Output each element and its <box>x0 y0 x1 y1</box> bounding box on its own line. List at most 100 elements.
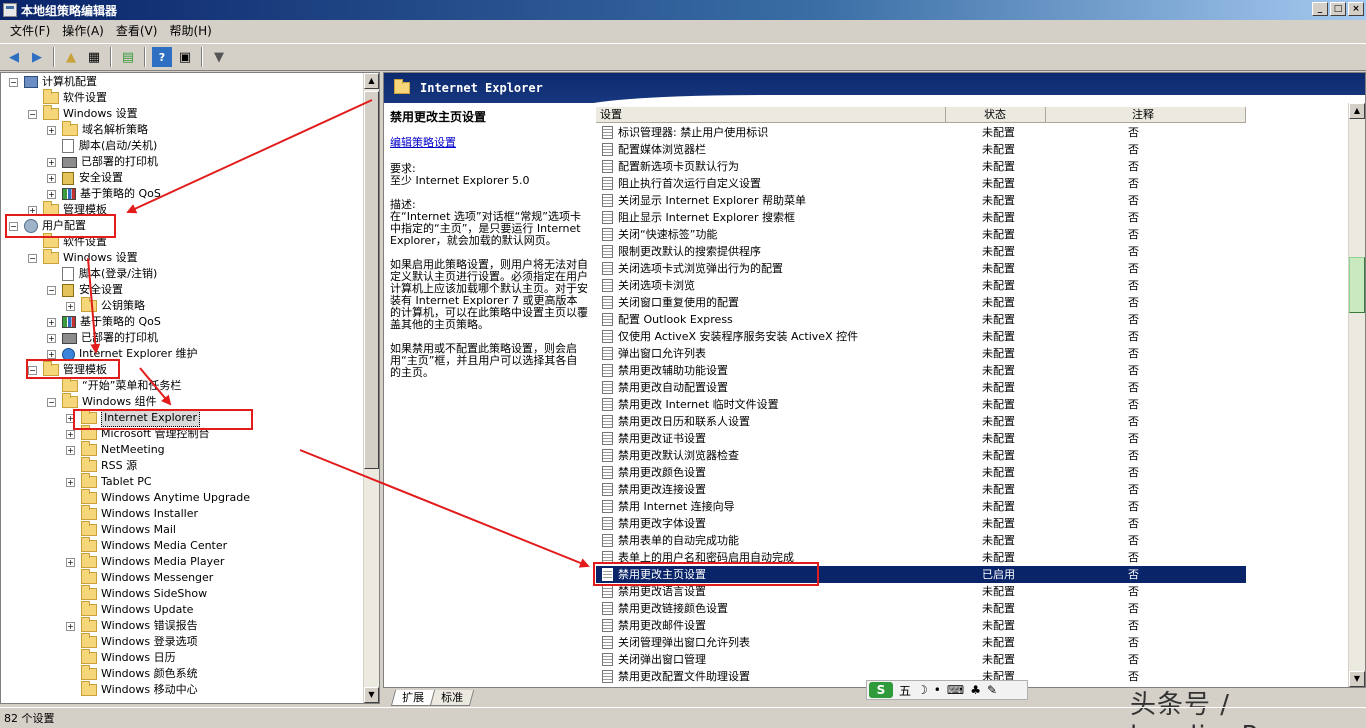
policy-row[interactable]: 配置 Outlook Express 未配置 否 <box>596 311 1246 328</box>
tree-item[interactable]: + Tablet PC <box>66 473 152 490</box>
column-header-state[interactable]: 状态 <box>946 107 1046 123</box>
help-icon[interactable]: ? <box>152 47 172 67</box>
policy-row[interactable]: 禁用更改证书设置 未配置 否 <box>596 430 1246 447</box>
skin-icon[interactable]: ♣ <box>970 683 981 697</box>
ime-toolbar[interactable]: S 五 ☽ • ⌨ ♣ ✎ <box>866 680 1028 700</box>
tree-item[interactable]: + 基于策略的 QoS <box>47 186 161 202</box>
policy-row[interactable]: 配置媒体浏览器栏 未配置 否 <box>596 141 1246 158</box>
scroll-thumb[interactable] <box>364 91 379 469</box>
tab-standard[interactable]: 标准 <box>429 690 475 706</box>
moon-icon[interactable]: ☽ <box>917 683 928 697</box>
keyboard-icon[interactable]: ⌨ <box>947 683 964 697</box>
menu-action[interactable]: 操作(A) <box>56 21 110 41</box>
policy-row[interactable]: 标识管理器: 禁止用户使用标识 未配置 否 <box>596 124 1246 141</box>
back-arrow-icon[interactable]: ◀ <box>4 47 24 67</box>
policy-row[interactable]: 禁用更改邮件设置 未配置 否 <box>596 617 1246 634</box>
settings-list[interactable]: 设置 状态 注释 标识管理器: 禁止用户使用标识 未配置否配置媒体浏览器栏 未配置否… <box>596 107 1350 687</box>
expand-icon[interactable]: + <box>47 157 56 167</box>
ime-mode[interactable]: 五 <box>899 682 911 699</box>
tree-item[interactable]: + 域名解析策略 <box>47 121 148 138</box>
policy-row[interactable]: 关闭管理弹出窗口允许列表 未配置 否 <box>596 634 1246 651</box>
policy-row[interactable]: 关闭“快速标签”功能 未配置 否 <box>596 226 1246 243</box>
policy-row[interactable]: 禁用更改自动配置设置 未配置 否 <box>596 379 1246 396</box>
policy-row[interactable]: 禁用更改链接颜色设置 未配置 否 <box>596 600 1246 617</box>
tree-pane[interactable]: − 计算机配置 软件设置 − Windows 设置 + 域名解析策略 脚本(启动/关机) + 已部… <box>0 72 380 704</box>
policy-row[interactable]: 关闭选项卡式浏览弹出行为的配置 未配置 否 <box>596 260 1246 277</box>
tree-item[interactable]: + 公钥策略 <box>66 297 145 314</box>
policy-row[interactable]: 禁用更改默认浏览器检查 未配置 否 <box>596 447 1246 464</box>
forward-arrow-icon[interactable]: ▶ <box>27 47 47 67</box>
policy-row[interactable]: 禁用 Internet 连接向导 未配置 否 <box>596 498 1246 515</box>
expand-icon[interactable]: + <box>66 301 75 311</box>
expand-icon[interactable]: + <box>47 349 56 359</box>
policy-row[interactable]: 关闭显示 Internet Explorer 帮助菜单 未配置 否 <box>596 192 1246 209</box>
policy-row[interactable]: 禁用更改日历和联系人设置 未配置 否 <box>596 413 1246 430</box>
wrench-icon[interactable]: ✎ <box>987 683 997 697</box>
tree-item[interactable]: − 计算机配置 <box>9 74 97 90</box>
menu-view[interactable]: 查看(V) <box>110 21 164 41</box>
policy-row[interactable]: 禁用更改 Internet 临时文件设置 未配置 否 <box>596 396 1246 413</box>
expand-icon[interactable]: + <box>66 621 75 631</box>
tree-item[interactable]: Windows 日历 <box>66 649 176 666</box>
tree-item[interactable]: “开始”菜单和任务栏 <box>47 377 181 394</box>
tree-item[interactable]: + Windows 错误报告 <box>66 617 198 634</box>
policy-row[interactable]: 阻止执行首次运行自定义设置 未配置 否 <box>596 175 1246 192</box>
policy-row[interactable]: 禁用更改连接设置 未配置 否 <box>596 481 1246 498</box>
scroll-up-arrow-icon[interactable]: ▲ <box>1349 103 1365 119</box>
policy-row[interactable]: 禁用更改颜色设置 未配置 否 <box>596 464 1246 481</box>
window-titlebar[interactable]: 本地组策略编辑器 _ □ × <box>0 0 1366 20</box>
policy-row[interactable]: 关闭选项卡浏览 未配置 否 <box>596 277 1246 294</box>
column-header-setting[interactable]: 设置 <box>596 107 946 123</box>
tree-item[interactable]: + 已部署的打印机 <box>47 154 158 170</box>
expand-icon[interactable]: + <box>47 317 56 327</box>
policy-row[interactable]: 仅使用 ActiveX 安装程序服务安装 ActiveX 控件 未配置 否 <box>596 328 1246 345</box>
collapse-icon[interactable]: − <box>47 397 56 407</box>
scroll-down-arrow-icon[interactable]: ▼ <box>364 687 379 703</box>
policy-row[interactable]: 限制更改默认的搜索提供程序 未配置 否 <box>596 243 1246 260</box>
menu-file[interactable]: 文件(F) <box>4 21 56 41</box>
properties-icon[interactable]: ▣ <box>175 47 195 67</box>
collapse-icon[interactable]: − <box>9 77 18 87</box>
collapse-icon[interactable]: − <box>28 253 37 263</box>
policy-row[interactable]: 禁用更改字体设置 未配置 否 <box>596 515 1246 532</box>
policy-row[interactable]: 关闭窗口重复使用的配置 未配置 否 <box>596 294 1246 311</box>
tree-item[interactable]: + 基于策略的 QoS <box>47 314 161 330</box>
tree-item[interactable]: + 安全设置 <box>47 170 123 186</box>
maximize-button[interactable]: □ <box>1330 2 1346 16</box>
tree-item[interactable]: Windows Installer <box>66 505 198 522</box>
tree-item[interactable]: Windows Messenger <box>66 569 213 586</box>
tree-item[interactable]: Windows Media Center <box>66 537 227 554</box>
expand-icon[interactable]: + <box>66 477 75 487</box>
expand-icon[interactable]: + <box>47 173 56 183</box>
up-folder-icon[interactable]: ▲ <box>61 47 81 67</box>
policy-row[interactable]: 禁用表单的自动完成功能 未配置 否 <box>596 532 1246 549</box>
punctuation-icon[interactable]: • <box>934 683 941 697</box>
policy-row[interactable]: 配置新选项卡页默认行为 未配置 否 <box>596 158 1246 175</box>
tree-item[interactable]: + Windows Media Player <box>66 553 224 570</box>
tree-item[interactable]: − Windows 设置 <box>28 249 138 266</box>
tree-item[interactable]: Windows 移动中心 <box>66 681 198 698</box>
expand-icon[interactable]: + <box>66 445 75 455</box>
tree-item[interactable]: + NetMeeting <box>66 441 165 458</box>
ime-logo-icon[interactable]: S <box>869 682 893 698</box>
policy-row[interactable]: 禁用更改辅助功能设置 未配置 否 <box>596 362 1246 379</box>
edit-policy-link[interactable]: 编辑策略设置 <box>390 137 588 149</box>
collapse-icon[interactable]: − <box>47 285 56 295</box>
tree-item[interactable]: + 已部署的打印机 <box>47 330 158 346</box>
tree-item[interactable]: − 安全设置 <box>47 282 123 298</box>
column-header-comment[interactable]: 注释 <box>1046 107 1246 123</box>
expand-icon[interactable]: + <box>66 429 75 439</box>
tree-item[interactable]: − Windows 设置 <box>28 105 138 122</box>
tree-item[interactable]: Windows Anytime Upgrade <box>66 489 250 506</box>
tree-item[interactable]: − Windows 组件 <box>47 393 157 410</box>
scroll-thumb[interactable] <box>1349 257 1365 313</box>
tree-item[interactable]: 软件设置 <box>28 89 107 106</box>
collapse-icon[interactable]: − <box>28 109 37 119</box>
policy-row[interactable]: 关闭弹出窗口管理 未配置 否 <box>596 651 1246 668</box>
expand-icon[interactable]: + <box>47 333 56 343</box>
policy-row[interactable]: 弹出窗口允许列表 未配置 否 <box>596 345 1246 362</box>
tree-item[interactable]: Windows 登录选项 <box>66 633 198 650</box>
tree-vertical-scrollbar[interactable]: ▲ ▼ <box>363 73 379 703</box>
scroll-up-arrow-icon[interactable]: ▲ <box>364 73 379 89</box>
list-vertical-scrollbar[interactable]: ▲ ▼ <box>1348 103 1365 687</box>
